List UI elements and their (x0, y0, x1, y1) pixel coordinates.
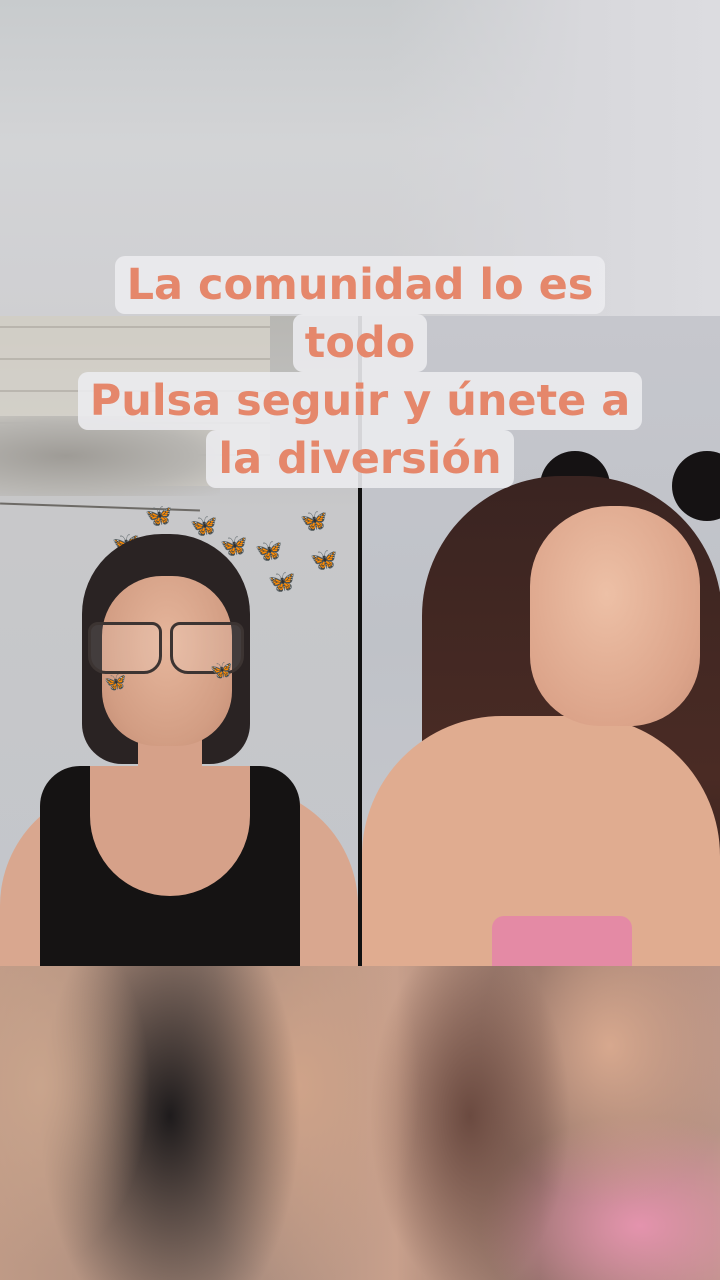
participant-face (530, 506, 700, 726)
butterfly-icon: 🦋 (190, 514, 218, 539)
caption-text: todo (292, 314, 428, 372)
butterfly-icon: 🦋 (300, 509, 328, 534)
pink-top (492, 916, 632, 966)
butterfly-icon: 🦋 (255, 539, 283, 564)
caption-text: la diversión (206, 430, 514, 488)
butterfly-icon: 🦋 (145, 504, 173, 529)
blurred-background-bottom (0, 966, 720, 1280)
caption-line: todo (0, 314, 720, 372)
caption-overlay: La comunidad lo es todo Pulsa seguir y ú… (0, 256, 720, 488)
video-stage: 🦋 🦋 🦋 🦋 🦋 🦋 🦋 🦋 🦋 🦋 La comunidad lo es (0, 0, 720, 1280)
caption-line: Pulsa seguir y únete a (0, 372, 720, 430)
butterfly-icon: 🦋 (104, 672, 127, 693)
caption-line: La comunidad lo es (0, 256, 720, 314)
caption-line: la diversión (0, 430, 720, 488)
caption-text: La comunidad lo es (114, 256, 606, 314)
caption-text: Pulsa seguir y únete a (77, 372, 643, 430)
butterfly-icon: 🦋 (268, 570, 296, 595)
participant-neck (138, 736, 202, 806)
butterfly-icon: 🦋 (310, 548, 338, 573)
butterfly-icon: 🦋 (210, 660, 233, 681)
